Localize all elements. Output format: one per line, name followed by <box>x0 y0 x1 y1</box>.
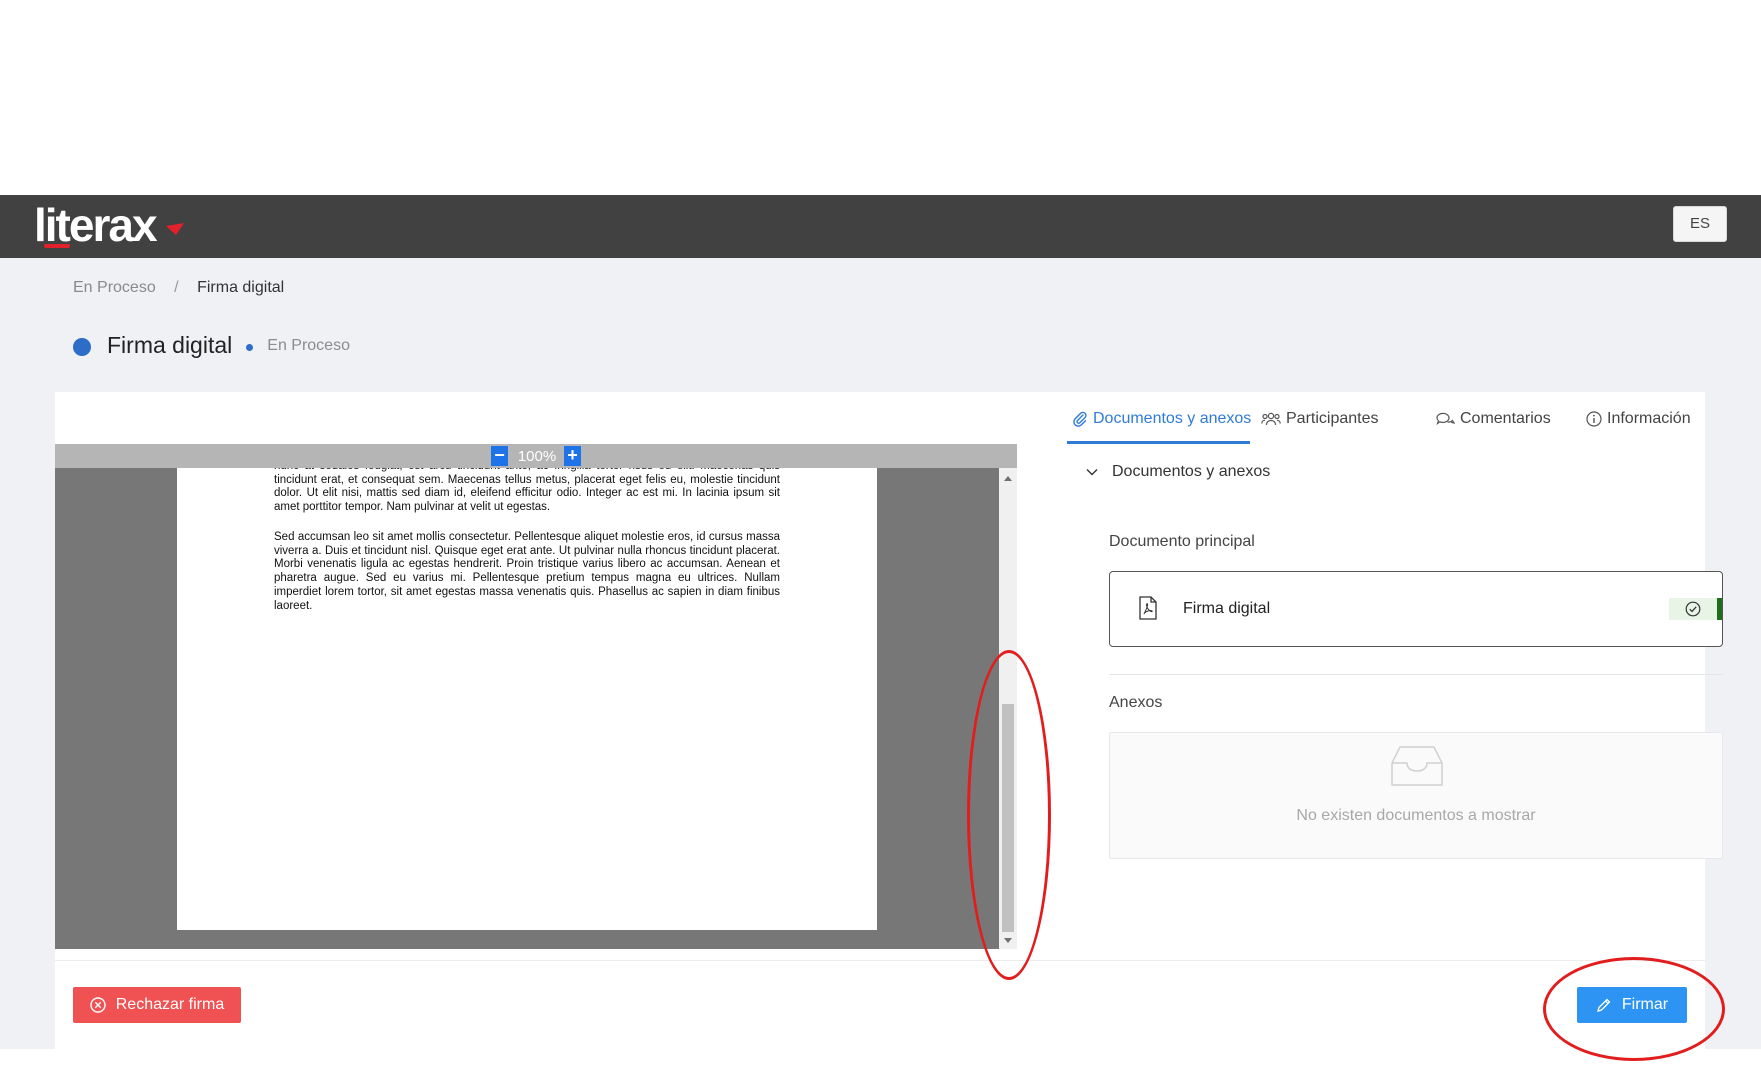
breadcrumb-item-en-proceso[interactable]: En Proceso <box>73 279 156 296</box>
logo-arrow-icon <box>166 223 184 235</box>
tab-informacion[interactable]: Información <box>1586 410 1691 428</box>
annexes-empty-state: No existen documentos a mostrar <box>1109 732 1723 859</box>
top-navbar: literax ES <box>0 195 1761 258</box>
main-document-card[interactable]: Firma digital <box>1109 571 1723 647</box>
viewer-toolbar: − 100% + <box>55 444 1017 468</box>
page: literax ES En Proceso / Firma digital Fi… <box>0 0 1761 1084</box>
empty-state-text: No existen documentos a mostrar <box>1296 807 1536 824</box>
comments-icon <box>1436 412 1455 426</box>
tab-label: Comentarios <box>1460 410 1551 427</box>
tab-label: Información <box>1607 410 1691 427</box>
empty-inbox-icon <box>1391 746 1443 786</box>
tab-documentos-anexos[interactable]: Documentos y anexos <box>1072 410 1251 428</box>
status-dot-icon <box>73 338 91 356</box>
content-card: − 100% + nunc at sodales feugiat, est ar… <box>55 392 1723 1049</box>
breadcrumb: En Proceso / Firma digital <box>73 279 284 297</box>
active-tab-indicator <box>1067 441 1250 444</box>
info-icon <box>1586 411 1602 427</box>
annotation-scrollbar-ellipse <box>967 650 1051 980</box>
breadcrumb-separator: / <box>174 279 179 296</box>
status-badge: En Proceso <box>267 337 350 354</box>
annexes-label: Anexos <box>1109 694 1163 711</box>
page-title-row: Firma digital En Proceso <box>73 328 350 362</box>
main-document-label: Documento principal <box>1109 533 1255 550</box>
tab-participantes[interactable]: Participantes <box>1261 410 1379 428</box>
pdf-paragraph: Sed accumsan leo sit amet mollis consect… <box>274 531 780 612</box>
footer-divider <box>55 960 1705 961</box>
app-frame: literax ES En Proceso / Firma digital Fi… <box>0 195 1761 1049</box>
breadcrumb-item-current: Firma digital <box>197 279 285 296</box>
scroll-up-arrow-icon[interactable] <box>1004 476 1012 481</box>
zoom-in-button[interactable]: + <box>564 446 581 466</box>
document-status-badge <box>1669 598 1722 620</box>
pdf-file-icon <box>1139 596 1157 620</box>
chevron-down-icon <box>1086 469 1098 476</box>
tab-label: Participantes <box>1286 410 1379 427</box>
tab-label: Documentos y anexos <box>1093 410 1252 427</box>
tab-comentarios[interactable]: Comentarios <box>1435 410 1551 428</box>
annotation-sign-button-ellipse <box>1543 957 1725 1061</box>
main-document-name: Firma digital <box>1183 600 1271 617</box>
reject-button-label: Rechazar firma <box>115 996 225 1013</box>
page-title: Firma digital <box>107 331 233 358</box>
status-bar <box>1717 598 1722 620</box>
section-title: Documentos y anexos <box>1112 463 1271 480</box>
section-divider <box>1109 674 1723 675</box>
pdf-paragraph: nunc at sodales feugiat, est arcu tincid… <box>274 468 780 514</box>
reject-signature-button[interactable]: Rechazar firma <box>73 987 241 1023</box>
check-circle-icon <box>1685 601 1701 617</box>
zoom-level: 100% <box>517 448 557 465</box>
logo-accent <box>44 244 70 248</box>
literax-logo[interactable]: literax <box>34 200 158 250</box>
language-button[interactable]: ES <box>1673 206 1727 242</box>
status-bullet-icon <box>246 343 254 351</box>
documents-section-header[interactable]: Documentos y anexos <box>1086 463 1270 481</box>
pdf-viewer[interactable]: − 100% + nunc at sodales feugiat, est ar… <box>55 444 1017 949</box>
zoom-out-button[interactable]: − <box>491 446 508 466</box>
pdf-page: nunc at sodales feugiat, est arcu tincid… <box>177 468 877 930</box>
close-circle-icon <box>90 997 106 1013</box>
paperclip-icon <box>1073 411 1087 427</box>
users-icon <box>1261 412 1281 426</box>
